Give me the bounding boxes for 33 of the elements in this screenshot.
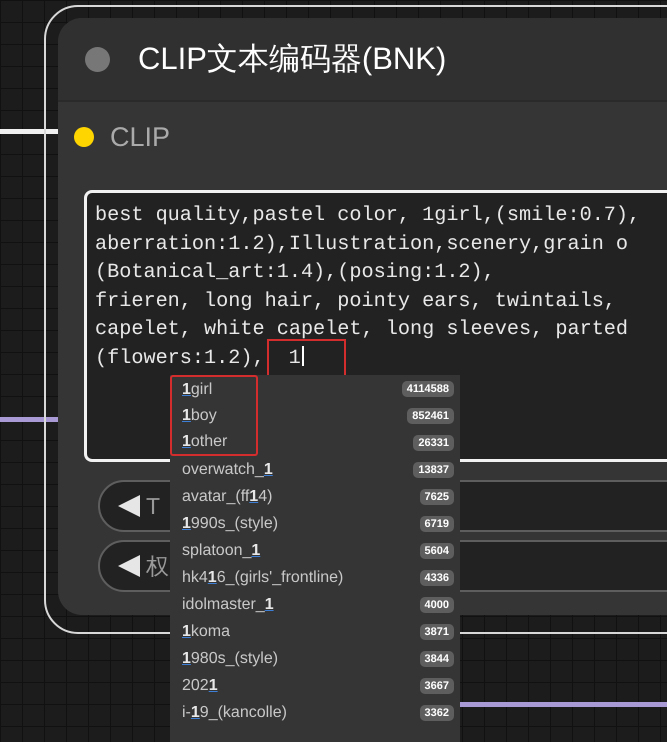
suggestion-label: overwatch_1	[181, 460, 274, 480]
suggestion-label: idolmaster_1	[181, 594, 275, 614]
suggestion-label: 1other	[170, 429, 258, 456]
prompt-line: aberration:1.2),Illustration,scenery,grain o	[95, 232, 628, 258]
count-badge: 4114588	[402, 380, 454, 396]
suggestion-label: 1koma	[181, 622, 232, 642]
count-badge: 4336	[420, 570, 454, 586]
count-badge: 7625	[420, 488, 454, 504]
count-badge: 3667	[420, 678, 454, 694]
suggestion-label: avatar_(ff14)	[181, 486, 274, 506]
count-badge: 4000	[420, 596, 454, 612]
suggestion-label: splatoon_1	[181, 540, 262, 560]
prompt-line: (Botanical_art:1.4),(posing:1.2),	[95, 260, 495, 286]
prompt-line: (flowers:1.2),	[95, 346, 265, 372]
count-badge: 852461	[407, 408, 454, 424]
count-badge: 13837	[413, 462, 454, 478]
prompt-line: frieren, long hair, pointy ears, twintails,	[95, 288, 616, 314]
suggestion-label: 1980s_(style)	[181, 648, 280, 668]
count-badge: 3871	[420, 624, 454, 640]
count-badge: 3844	[420, 650, 454, 666]
suggestion-label: 2021	[181, 676, 219, 696]
suggestion-label: hk416_(girls'_frontline)	[181, 568, 344, 588]
input-label: CLIP	[110, 122, 170, 152]
suggestion-label: 1girl	[170, 375, 258, 402]
count-badge: 6719	[420, 516, 454, 532]
count-badge: 5604	[420, 542, 454, 558]
node-title: CLIP文本编码器(BNK)	[138, 40, 446, 78]
suggestion-label: i-19_(kancolle)	[181, 702, 288, 722]
prompt-line: best quality,pastel color, 1girl,(smile:0.7),	[95, 203, 640, 229]
count-badge: 3362	[420, 704, 454, 720]
count-badge: 26331	[413, 434, 454, 450]
suggestion-label: 1990s_(style)	[181, 514, 280, 534]
suggestion-label: 1boy	[170, 402, 258, 429]
